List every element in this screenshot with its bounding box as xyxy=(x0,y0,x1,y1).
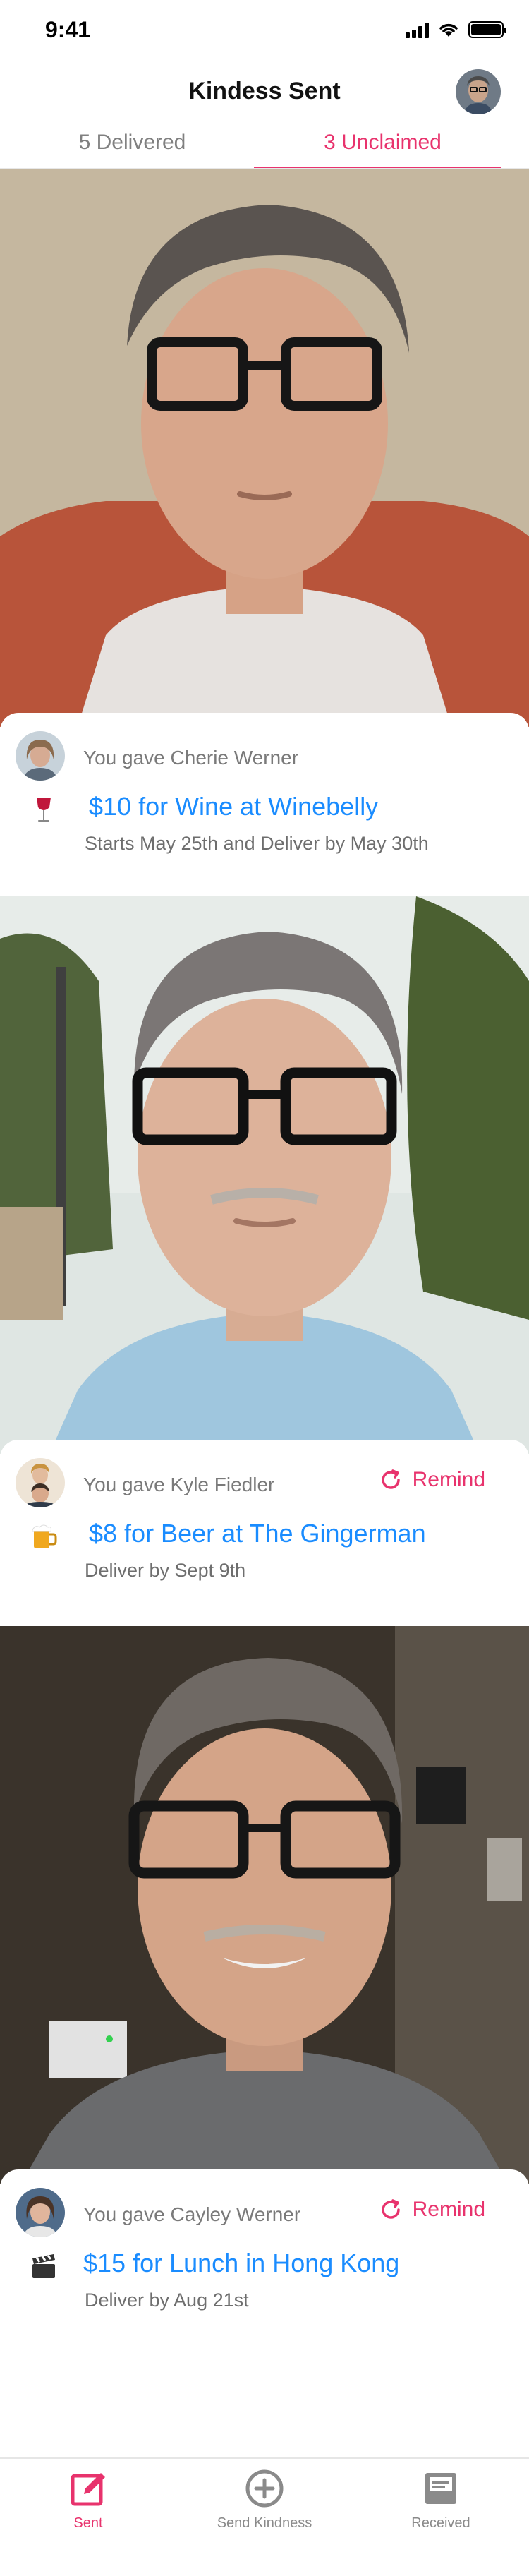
tab-unclaimed[interactable]: 3 Unclaimed xyxy=(264,117,501,168)
tab-received[interactable]: Received xyxy=(353,2459,529,2576)
tab-sent-label: Sent xyxy=(73,2515,103,2531)
segment-tabs: 5 Delivered 3 Unclaimed xyxy=(0,117,529,169)
status-time: 9:41 xyxy=(45,17,91,42)
refresh-icon xyxy=(381,2199,400,2219)
beer-mug-icon xyxy=(28,1522,59,1553)
status-bar: 9:41 xyxy=(0,0,529,62)
remind-button[interactable]: Remind xyxy=(379,2198,485,2222)
home-indicator xyxy=(169,2556,360,2563)
gift-card[interactable]: You gave Kyle Fiedler Remind $8 for Beer… xyxy=(0,896,529,1626)
gift-title[interactable]: $10 for Wine at Winebelly xyxy=(89,792,378,821)
wifi-icon xyxy=(439,23,458,37)
recipient-photo xyxy=(0,1626,529,2184)
remind-label: Remind xyxy=(412,1468,485,1491)
gave-to-label: You gave Cherie Werner xyxy=(83,747,299,769)
wine-glass-icon xyxy=(28,795,59,826)
recipient-avatar xyxy=(16,2188,65,2237)
recipient-photo xyxy=(0,896,529,1454)
remind-button[interactable]: Remind xyxy=(379,1468,485,1492)
gift-details: You gave Kyle Fiedler Remind $8 for Beer… xyxy=(0,1440,529,1626)
header: Kindess Sent 5 Delivered 3 Unclaimed xyxy=(0,62,529,169)
gift-subtitle: Starts May 25th and Deliver by May 30th xyxy=(85,833,429,854)
gift-details: You gave Cherie Werner $10 for Wine at W… xyxy=(0,713,529,896)
gift-title[interactable]: $8 for Beer at The Gingerman xyxy=(89,1519,426,1548)
gift-subtitle: Deliver by Aug 21st xyxy=(85,2289,249,2311)
recipient-avatar xyxy=(16,731,65,781)
gift-title[interactable]: $15 for Lunch in Hong Kong xyxy=(83,2249,399,2278)
tab-sent[interactable]: Sent xyxy=(0,2459,176,2576)
gave-to-label: You gave Cayley Werner xyxy=(83,2203,301,2225)
bottom-tab-bar: Sent Send Kindness Received xyxy=(0,2457,529,2576)
gift-card[interactable]: You gave Cayley Werner Remind $15 for Lu… xyxy=(0,1626,529,2360)
status-icons xyxy=(406,21,506,38)
battery-icon xyxy=(468,21,506,38)
remind-label: Remind xyxy=(412,2198,485,2221)
refresh-icon xyxy=(381,1469,400,1489)
page-title: Kindess Sent xyxy=(188,78,341,104)
gift-card[interactable]: You gave Cherie Werner $10 for Wine at W… xyxy=(0,169,529,896)
compose-icon xyxy=(71,2473,105,2506)
plus-circle-icon xyxy=(245,2469,284,2508)
recipient-avatar xyxy=(16,1458,65,1507)
profile-avatar[interactable] xyxy=(456,69,501,114)
gave-to-label: You gave Kyle Fiedler xyxy=(83,1474,275,1495)
tab-delivered[interactable]: 5 Delivered xyxy=(0,117,264,168)
gift-details: You gave Cayley Werner Remind $15 for Lu… xyxy=(0,2169,529,2360)
clapperboard-icon xyxy=(28,2251,59,2282)
gift-subtitle: Deliver by Sept 9th xyxy=(85,1560,246,1581)
tab-send-kindness-label: Send Kindness xyxy=(217,2515,312,2531)
inbox-icon xyxy=(425,2473,456,2504)
tab-received-label: Received xyxy=(411,2515,470,2531)
cellular-signal-icon xyxy=(406,21,429,38)
recipient-photo xyxy=(0,169,529,727)
